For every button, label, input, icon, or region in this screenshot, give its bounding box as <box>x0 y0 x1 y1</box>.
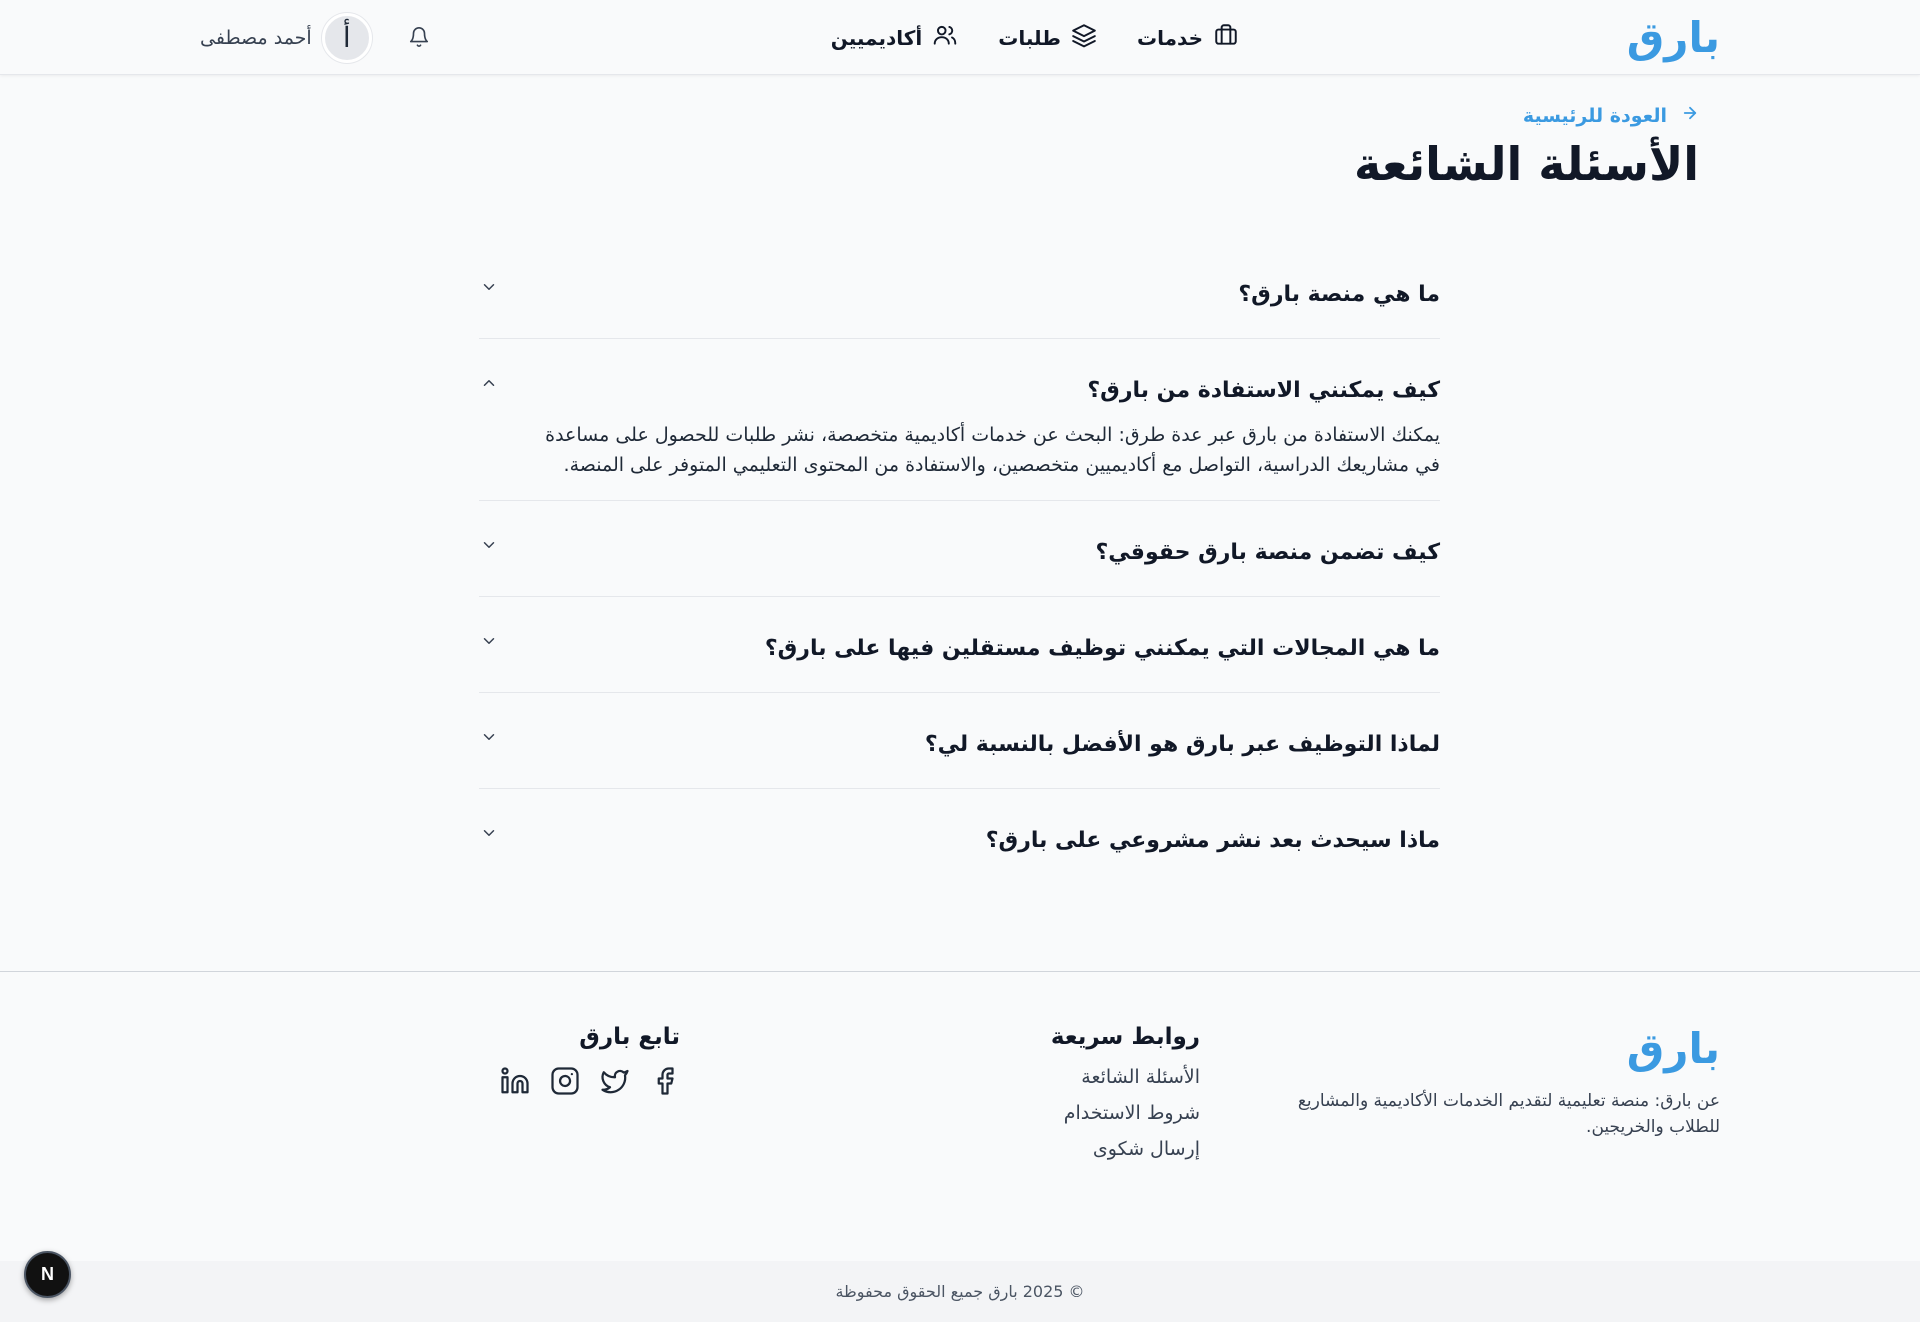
dev-tools-badge[interactable]: N <box>24 1251 71 1298</box>
faq-question: ما هي منصة بارق؟ <box>1238 282 1440 307</box>
faq-question: ما هي المجالات التي يمكنني توظيف مستقلين… <box>764 636 1440 661</box>
page: بارق خدمات طلبات أكاديميين أ أحمد مصطفى … <box>0 0 1920 1322</box>
site-footer: بارق عن بارق: منصة تعليمية لتقديم الخدما… <box>0 971 1920 1261</box>
instagram-icon[interactable] <box>550 1066 580 1100</box>
bell-icon[interactable] <box>408 26 430 48</box>
chevron-down-icon[interactable] <box>480 536 498 554</box>
faq-item: كيف يمكنني الاستفادة من بارق؟ يمكنك الاس… <box>479 339 1440 501</box>
nav-services-label: خدمات <box>1137 25 1203 50</box>
faq-question: لماذا التوظيف عبر بارق هو الأفضل بالنسبة… <box>924 732 1440 757</box>
layers-icon <box>1071 22 1097 53</box>
footer-quick-links: روابط سريعة الأسئلة الشائعة شروط الاستخد… <box>1000 1024 1200 1174</box>
footer-follow: تابع بارق <box>480 1024 680 1100</box>
faq-question: ماذا سيحدث بعد نشر مشروعي على بارق؟ <box>985 828 1440 853</box>
chevron-down-icon[interactable] <box>480 632 498 650</box>
faq-question: كيف تضمن منصة بارق حقوقي؟ <box>1095 540 1440 565</box>
social-links <box>480 1066 680 1100</box>
linkedin-icon[interactable] <box>500 1066 530 1100</box>
user-name: أحمد مصطفى <box>200 26 312 49</box>
faq-question-toggle[interactable]: ما هي المجالات التي يمكنني توظيف مستقلين… <box>479 597 1440 692</box>
footer-link-faq[interactable]: الأسئلة الشائعة <box>1000 1066 1200 1088</box>
copyright-bar: © 2025 بارق جميع الحقوق محفوظة <box>0 1261 1920 1322</box>
faq-item: ما هي المجالات التي يمكنني توظيف مستقلين… <box>479 597 1440 693</box>
user-menu[interactable]: أ أحمد مصطفى <box>200 0 372 75</box>
faq-question-toggle[interactable]: ما هي منصة بارق؟ <box>479 243 1440 338</box>
footer-link-terms[interactable]: شروط الاستخدام <box>1000 1102 1200 1124</box>
footer-brand-logo[interactable]: بارق <box>1627 1023 1720 1075</box>
faq-item: كيف تضمن منصة بارق حقوقي؟ <box>479 501 1440 597</box>
chevron-up-icon[interactable] <box>480 374 498 392</box>
faq-accordion: ما هي منصة بارق؟ كيف يمكنني الاستفادة من… <box>479 243 1440 884</box>
back-home-link[interactable]: العودة للرئيسية <box>1523 104 1699 127</box>
copyright-text: © 2025 بارق جميع الحقوق محفوظة <box>835 1282 1085 1301</box>
chevron-down-icon[interactable] <box>480 824 498 842</box>
back-home-label: العودة للرئيسية <box>1522 104 1667 127</box>
twitter-icon[interactable] <box>600 1066 630 1100</box>
facebook-icon[interactable] <box>650 1066 680 1100</box>
faq-question: كيف يمكنني الاستفادة من بارق؟ <box>1087 378 1440 403</box>
briefcase-icon <box>1213 22 1239 53</box>
faq-item: ما هي منصة بارق؟ <box>479 243 1440 339</box>
page-title: الأسئلة الشائعة <box>1354 137 1699 191</box>
nav-academics-label: أكاديميين <box>830 25 923 50</box>
chevron-down-icon[interactable] <box>480 728 498 746</box>
nav-requests[interactable]: طلبات <box>998 22 1097 53</box>
brand-logo[interactable]: بارق <box>1627 12 1720 64</box>
faq-question-toggle[interactable]: كيف تضمن منصة بارق حقوقي؟ <box>479 501 1440 596</box>
nav-academics[interactable]: أكاديميين <box>831 22 959 53</box>
top-navbar: بارق خدمات طلبات أكاديميين أ أحمد مصطفى <box>0 0 1920 75</box>
footer-follow-heading: تابع بارق <box>579 1024 680 1050</box>
faq-question-toggle[interactable]: ماذا سيحدث بعد نشر مشروعي على بارق؟ <box>479 789 1440 884</box>
chevron-down-icon[interactable] <box>480 278 498 296</box>
faq-answer: يمكنك الاستفادة من بارق عبر عدة طرق: الب… <box>545 424 1440 476</box>
faq-item: ماذا سيحدث بعد نشر مشروعي على بارق؟ <box>479 789 1440 884</box>
faq-item: لماذا التوظيف عبر بارق هو الأفضل بالنسبة… <box>479 693 1440 789</box>
main-nav: خدمات طلبات أكاديميين <box>831 0 1239 75</box>
nav-requests-label: طلبات <box>998 25 1062 50</box>
users-icon <box>932 22 958 53</box>
arrow-right-icon <box>1681 104 1699 127</box>
footer-links-heading: روابط سريعة <box>1050 1024 1200 1050</box>
faq-question-toggle[interactable]: لماذا التوظيف عبر بارق هو الأفضل بالنسبة… <box>479 693 1440 788</box>
footer-link-complaint[interactable]: إرسال شكوى <box>1000 1138 1200 1160</box>
footer-about: عن بارق: منصة تعليمية لتقديم الخدمات الأ… <box>1297 1091 1720 1137</box>
avatar[interactable]: أ <box>321 12 372 63</box>
nav-services[interactable]: خدمات <box>1137 22 1239 53</box>
